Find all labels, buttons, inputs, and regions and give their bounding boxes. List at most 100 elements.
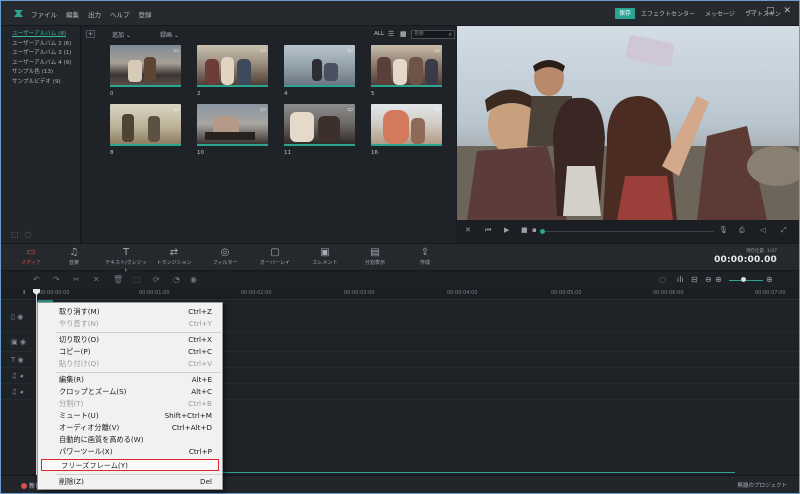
fullscreen-icon[interactable]: ⤢ bbox=[781, 226, 787, 235]
tab-filter[interactable]: ◎ フィルター bbox=[205, 247, 245, 267]
media-thumbnail[interactable]: ▭ 8 bbox=[110, 104, 181, 156]
menu-item-mute[interactable]: ミュート(U) Shift+Ctrl+M bbox=[40, 410, 220, 422]
tab-export[interactable]: ⇪ 作成 bbox=[405, 247, 445, 267]
volume-icon[interactable]: ◁ bbox=[760, 226, 765, 234]
zoom-slider[interactable] bbox=[729, 280, 763, 281]
menu-help[interactable]: ヘルプ bbox=[110, 9, 130, 19]
sidebar-item-sample-videos[interactable]: サンプルビデオ (9) bbox=[12, 78, 71, 88]
video-clip-icon: ▭ bbox=[347, 106, 353, 113]
media-thumbnail[interactable]: ▭ 0 bbox=[110, 45, 181, 97]
menu-item-edit[interactable]: 編集(R) Alt+E bbox=[40, 374, 220, 386]
tab-overlay[interactable]: ▢ オーバーレイ bbox=[255, 247, 295, 267]
speed-icon[interactable]: ◔ bbox=[173, 275, 180, 284]
messages-link[interactable]: メッセージ bbox=[705, 9, 735, 18]
tab-transition[interactable]: ⇄ トランジション bbox=[154, 247, 194, 267]
search-box[interactable]: ⌕ bbox=[411, 30, 455, 39]
app-logo-icon bbox=[14, 10, 23, 17]
split-icon[interactable]: ✕ bbox=[93, 275, 100, 284]
menu-item-delete[interactable]: 削除(Z) Del bbox=[40, 476, 220, 488]
redo-icon[interactable]: ↷ bbox=[53, 275, 60, 284]
menu-file[interactable]: ファイル bbox=[31, 9, 57, 19]
grid-view-icon[interactable]: ▦ bbox=[400, 30, 407, 38]
menu-item-undo[interactable]: 取り消す(M) Ctrl+Z bbox=[40, 306, 220, 318]
undo-icon[interactable]: ↶ bbox=[33, 275, 40, 284]
thumbnail-label: 16 bbox=[371, 150, 378, 156]
media-thumbnail[interactable]: ▭ 16 bbox=[371, 104, 442, 156]
playback-progress-slider[interactable] bbox=[540, 229, 714, 234]
ruler-track-icon: ⦀ bbox=[23, 290, 26, 296]
menu-item-redo[interactable]: やり直す(N) Ctrl+Y bbox=[40, 318, 220, 330]
zoom-in-icon[interactable]: ⊕ bbox=[715, 275, 722, 284]
add-album-button[interactable]: + bbox=[86, 30, 95, 38]
menu-item-crop-zoom[interactable]: クロップとズーム(S) Alt+C bbox=[40, 386, 220, 398]
import-dropdown[interactable]: 追加 ⌄ bbox=[112, 30, 131, 39]
menu-item-auto-enhance[interactable]: 自動的に画質を高める(W) bbox=[40, 434, 220, 446]
timeline-ruler[interactable]: ⦀ 00:00:00:00 00:00:01:00 00:00:02:00 00… bbox=[1, 289, 799, 300]
zoom-out-icon[interactable]: ⊖ bbox=[705, 275, 712, 284]
refresh-icon[interactable]: ◌ bbox=[25, 230, 32, 239]
search-icon[interactable]: ⌕ bbox=[449, 31, 452, 38]
minimize-icon[interactable]: — bbox=[748, 6, 757, 16]
menu-item-power-tool[interactable]: パワーツール(X) Ctrl+P bbox=[40, 446, 220, 458]
stop-icon[interactable]: ■ bbox=[521, 226, 528, 234]
play-icon[interactable]: ▶ bbox=[504, 226, 509, 234]
tab-text-credit[interactable]: T テキスト/クレジット bbox=[104, 247, 148, 275]
zoom-max-icon[interactable]: ⊕ bbox=[766, 275, 773, 284]
menu-register[interactable]: 登録 bbox=[139, 9, 152, 19]
media-thumbnail[interactable]: ▭ 5 bbox=[371, 45, 442, 97]
media-thumbnail[interactable]: ▭ 11 bbox=[284, 104, 355, 156]
filter-all[interactable]: ALL bbox=[374, 31, 384, 37]
sidebar-item-user-album-4[interactable]: ユーザーアルバム 4 (9) bbox=[12, 59, 71, 69]
menu-edit[interactable]: 編集 bbox=[66, 9, 79, 19]
save-button[interactable]: 保存 bbox=[615, 8, 636, 19]
record-icon[interactable]: ▪ bbox=[532, 226, 537, 234]
sidebar-item-user-album[interactable]: ユーザーアルバム (8) bbox=[12, 30, 71, 40]
new-folder-icon[interactable]: ⬚ bbox=[11, 230, 19, 239]
sidebar-item-sample-colors[interactable]: サンプル色 (13) bbox=[12, 68, 71, 78]
sidebar-item-user-album-3[interactable]: ユーザーアルバム 3 (1) bbox=[12, 49, 71, 59]
thumbnail-label: 8 bbox=[110, 150, 114, 156]
fit-icon[interactable]: ⊟ bbox=[691, 275, 698, 284]
voiceover-icon[interactable]: 🎙 bbox=[719, 226, 728, 234]
ruler-tick: 00:00:01:00 bbox=[139, 290, 170, 296]
menu-item-cut[interactable]: 切り取り(O) Ctrl+X bbox=[40, 334, 220, 346]
close-icon[interactable]: ✕ bbox=[783, 6, 791, 16]
media-thumbnail[interactable]: ▭ 2 bbox=[197, 45, 268, 97]
video-clip-icon: ▭ bbox=[260, 47, 266, 54]
media-thumbnail[interactable]: ▭ 10 bbox=[197, 104, 268, 156]
color-icon[interactable]: ◉ bbox=[190, 275, 197, 284]
tab-element[interactable]: ▣ エレメント bbox=[305, 247, 345, 267]
cut-icon[interactable]: ✂ bbox=[73, 275, 80, 284]
list-view-icon[interactable]: ☰ bbox=[388, 30, 394, 38]
menu-separator bbox=[56, 332, 221, 333]
search-input[interactable] bbox=[414, 31, 444, 37]
sidebar-item-user-album-2[interactable]: ユーザーアルバム 2 (6) bbox=[12, 40, 71, 50]
effect-center-link[interactable]: エフェクトセンター bbox=[641, 9, 695, 18]
tab-split-screen[interactable]: ▤ 分割表示 bbox=[355, 247, 395, 267]
skip-back-icon[interactable]: ⏮ bbox=[485, 226, 491, 235]
menu-item-paste[interactable]: 貼り付け(Q) Ctrl+V bbox=[40, 358, 220, 370]
progress-knob[interactable] bbox=[540, 229, 545, 234]
delete-icon[interactable]: 🗑 bbox=[113, 275, 123, 284]
media-thumbnail[interactable]: ▭ 4 bbox=[284, 45, 355, 97]
module-tabs: ▭ メディア ♫ 音楽 T テキスト/クレジット ⇄ トランジション ◎ フィルター ▢ オ… bbox=[1, 243, 799, 274]
rotate-icon[interactable]: ⟳ bbox=[153, 275, 160, 284]
menu-item-split[interactable]: 分割(T) Ctrl+B bbox=[40, 398, 220, 410]
snapshot-icon[interactable]: ⎙ bbox=[739, 226, 745, 235]
menu-item-audio-detach[interactable]: オーディオ分離(V) Ctrl+Alt+D bbox=[40, 422, 220, 434]
export-icon: ⇪ bbox=[420, 247, 430, 258]
mark-in-icon[interactable]: ✕ bbox=[465, 226, 471, 234]
menu-item-freeze-frame[interactable]: フリーズフレーム(Y) bbox=[41, 459, 219, 471]
tab-media[interactable]: ▭ メディア bbox=[11, 247, 51, 267]
maximize-icon[interactable]: □ bbox=[766, 6, 775, 16]
menu-item-copy[interactable]: コピー(P) Ctrl+C bbox=[40, 346, 220, 358]
zoom-slider-knob[interactable] bbox=[741, 277, 746, 282]
tab-music[interactable]: ♫ 音楽 bbox=[54, 247, 94, 267]
add-icon bbox=[21, 483, 27, 489]
render-icon[interactable]: ◌ bbox=[659, 275, 666, 284]
crop-icon[interactable]: ⬚ bbox=[133, 275, 141, 284]
record-dropdown[interactable]: 録画 ⌄ bbox=[160, 30, 179, 39]
ruler-tick: 00:00:02:00 bbox=[241, 290, 272, 296]
audio-mixer-icon[interactable]: ılı bbox=[677, 275, 684, 284]
menu-export[interactable]: 出力 bbox=[88, 9, 101, 19]
